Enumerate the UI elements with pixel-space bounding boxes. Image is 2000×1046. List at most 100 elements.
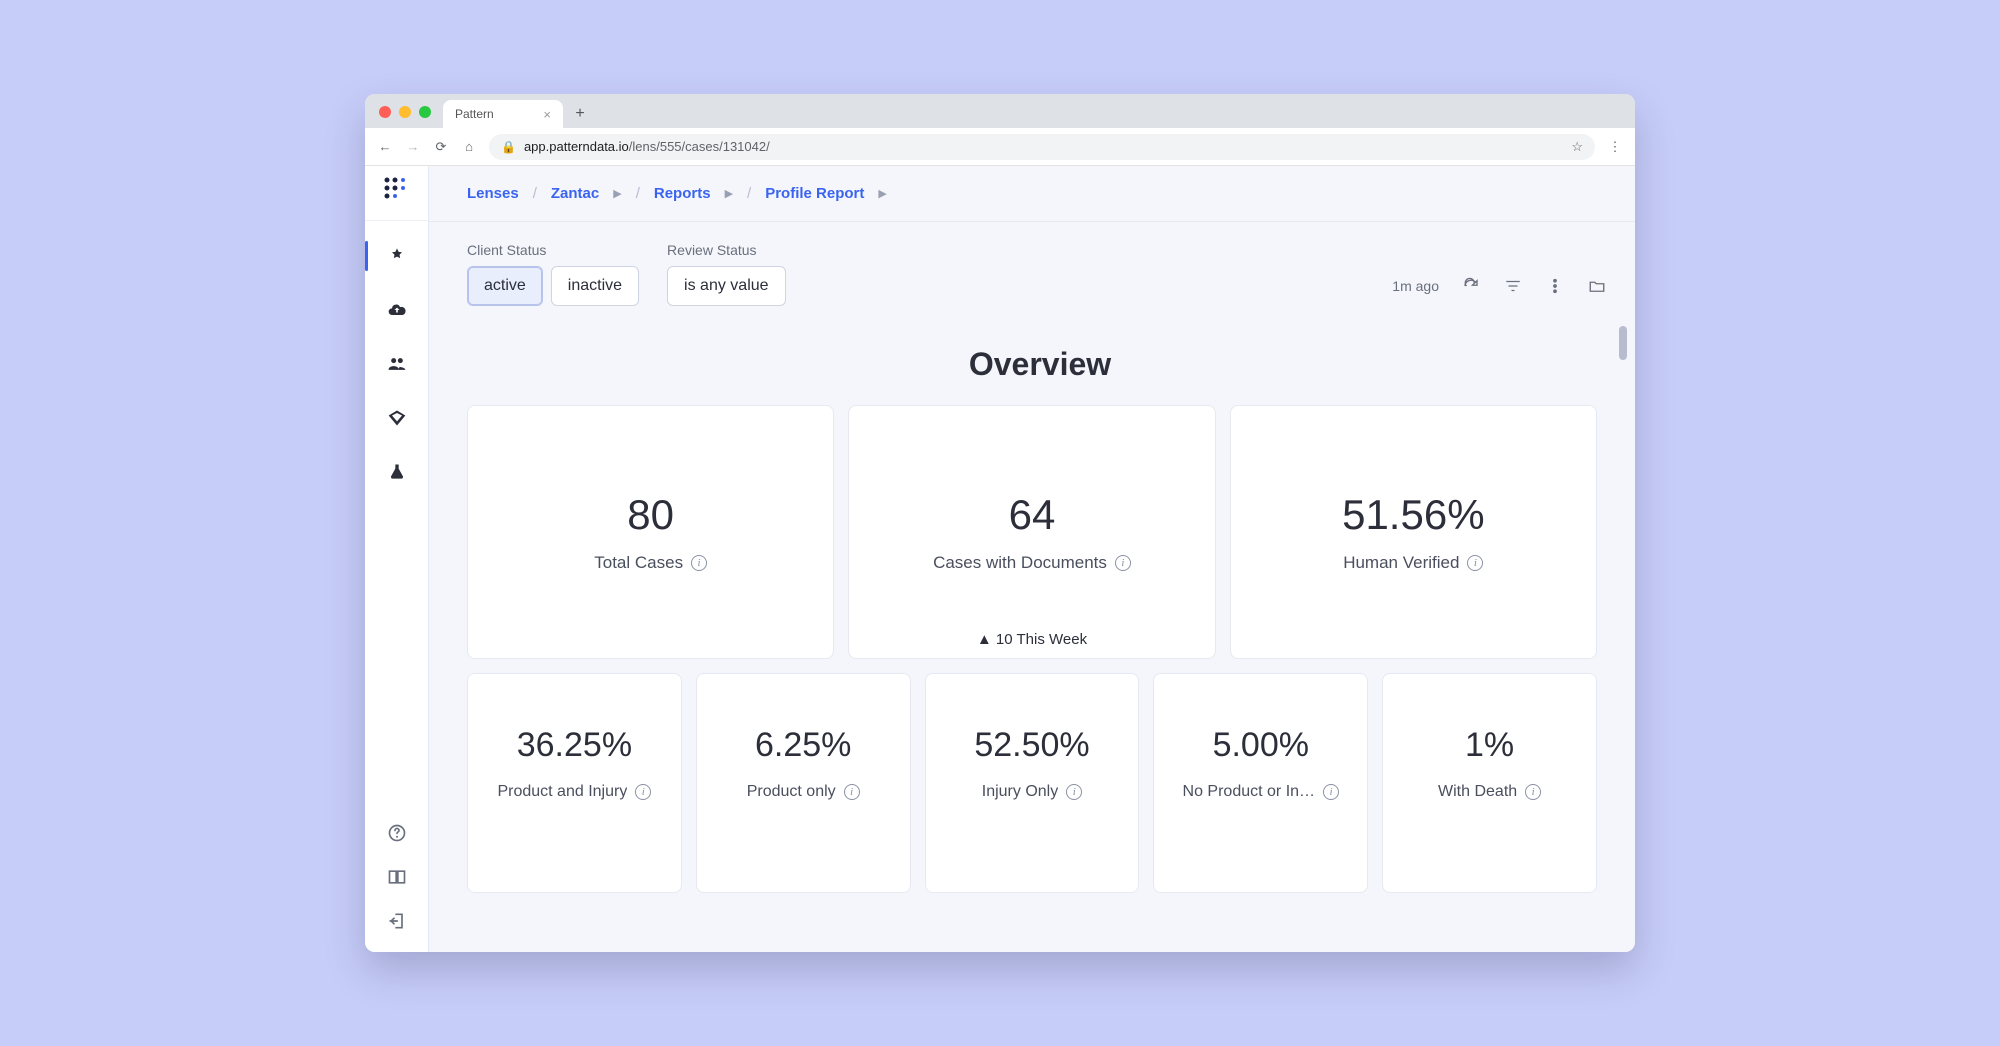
bookmark-star-icon[interactable]: ☆: [1571, 139, 1583, 155]
nav-help[interactable]: [365, 820, 428, 846]
main: Lenses / Zantac ▶ / Reports ▶ / Profile …: [429, 166, 1635, 952]
card-no-product-or-injury: 5.00% No Product or In…i: [1153, 673, 1368, 893]
card-value: 52.50%: [974, 726, 1089, 765]
content: Client Status active inactive Review Sta…: [429, 222, 1635, 952]
window-controls: [379, 106, 431, 118]
info-icon[interactable]: i: [635, 784, 651, 800]
review-status-select[interactable]: is any value: [667, 266, 786, 306]
close-window-button[interactable]: [379, 106, 391, 118]
info-icon[interactable]: i: [1323, 784, 1339, 800]
nav-logout[interactable]: [365, 908, 428, 934]
card-footer: ▲ 10 This Week: [849, 631, 1214, 648]
filter-row: Client Status active inactive Review Sta…: [467, 242, 1613, 306]
client-status-segmented: active inactive: [467, 266, 639, 306]
app: Lenses / Zantac ▶ / Reports ▶ / Profile …: [365, 166, 1635, 952]
lock-icon: 🔒: [501, 140, 516, 154]
card-label: No Product or In…i: [1183, 783, 1340, 801]
crumb-sep: /: [747, 185, 751, 202]
tab-title: Pattern: [455, 107, 494, 121]
crumb-reports[interactable]: Reports: [654, 185, 711, 202]
scrollbar-thumb[interactable]: [1619, 326, 1627, 360]
minimize-window-button[interactable]: [399, 106, 411, 118]
nav-people[interactable]: [365, 347, 428, 381]
card-value: 64: [1009, 491, 1056, 539]
crumb-sep: /: [533, 185, 537, 202]
info-icon[interactable]: i: [1525, 784, 1541, 800]
rail-items: [365, 231, 428, 489]
toolbar-right: 1m ago: [1392, 266, 1613, 306]
left-rail: [365, 166, 429, 952]
card-label: Total Cases i: [594, 553, 707, 573]
url-text: app.patterndata.io/lens/555/cases/131042…: [524, 139, 770, 154]
tab-strip: Pattern × +: [365, 94, 1635, 128]
close-tab-icon[interactable]: ×: [543, 107, 551, 122]
breadcrumb: Lenses / Zantac ▶ / Reports ▶ / Profile …: [429, 166, 1635, 222]
maximize-window-button[interactable]: [419, 106, 431, 118]
forward-button[interactable]: →: [405, 139, 421, 154]
card-label: With Deathi: [1438, 783, 1541, 801]
refresh-button[interactable]: [1461, 276, 1481, 296]
card-value: 5.00%: [1213, 726, 1309, 765]
card-label: Cases with Documents i: [933, 553, 1131, 573]
url-path: /lens/555/cases/131042/: [629, 139, 770, 154]
filter-review-status: Review Status is any value: [667, 242, 786, 306]
folder-icon[interactable]: [1587, 276, 1607, 296]
more-menu-button[interactable]: [1545, 276, 1565, 296]
info-icon[interactable]: i: [1467, 555, 1483, 571]
nav-lab[interactable]: [365, 455, 428, 489]
card-label: Human Verified i: [1343, 553, 1483, 573]
rail-divider: [365, 220, 428, 221]
card-product-only: 6.25% Product onlyi: [696, 673, 911, 893]
browser-window: Pattern × + ← → ⟳ ⌂ 🔒 app.patterndata.io…: [365, 94, 1635, 952]
last-updated: 1m ago: [1392, 278, 1439, 294]
crumb-profile-report[interactable]: Profile Report: [765, 185, 864, 202]
crumb-sep: /: [636, 185, 640, 202]
crumb-lenses[interactable]: Lenses: [467, 185, 519, 202]
card-human-verified: 51.56% Human Verified i: [1230, 405, 1597, 659]
new-tab-button[interactable]: +: [567, 101, 593, 127]
client-status-inactive[interactable]: inactive: [551, 266, 639, 306]
nav-lenses[interactable]: [365, 239, 428, 273]
card-label: Product and Injuryi: [497, 783, 651, 801]
filter-client-status: Client Status active inactive: [467, 242, 639, 306]
card-value: 80: [627, 491, 674, 539]
rail-bottom: [365, 806, 428, 952]
chevron-right-icon: ▶: [725, 187, 733, 200]
info-icon[interactable]: i: [844, 784, 860, 800]
filter-label: Review Status: [667, 242, 786, 258]
card-value: 36.25%: [517, 726, 632, 765]
card-with-death: 1% With Deathi: [1382, 673, 1597, 893]
omnibox[interactable]: 🔒 app.patterndata.io/lens/555/cases/1310…: [489, 134, 1595, 160]
app-logo[interactable]: [383, 176, 411, 204]
card-cases-with-documents: 64 Cases with Documents i ▲ 10 This Week: [848, 405, 1215, 659]
chevron-right-icon: ▶: [878, 187, 886, 200]
overview-cards: 80 Total Cases i 64 Cases with Documents…: [467, 405, 1613, 659]
page-title: Overview: [467, 346, 1613, 383]
card-value: 6.25%: [755, 726, 851, 765]
card-product-and-injury: 36.25% Product and Injuryi: [467, 673, 682, 893]
card-value: 1%: [1465, 726, 1514, 765]
card-injury-only: 52.50% Injury Onlyi: [925, 673, 1140, 893]
card-value: 51.56%: [1342, 491, 1484, 539]
filter-label: Client Status: [467, 242, 639, 258]
filter-icon[interactable]: [1503, 276, 1523, 296]
info-icon[interactable]: i: [1115, 555, 1131, 571]
card-total-cases: 80 Total Cases i: [467, 405, 834, 659]
info-icon[interactable]: i: [691, 555, 707, 571]
info-icon[interactable]: i: [1066, 784, 1082, 800]
browser-menu-button[interactable]: ⋮: [1607, 139, 1623, 155]
browser-tab[interactable]: Pattern ×: [443, 100, 563, 128]
card-label: Product onlyi: [747, 783, 860, 801]
address-bar: ← → ⟳ ⌂ 🔒 app.patterndata.io/lens/555/ca…: [365, 128, 1635, 166]
nav-upload[interactable]: [365, 293, 428, 327]
nav-diamond[interactable]: [365, 401, 428, 435]
chevron-right-icon: ▶: [613, 187, 621, 200]
crumb-zantac[interactable]: Zantac: [551, 185, 599, 202]
reload-button[interactable]: ⟳: [433, 139, 449, 155]
client-status-active[interactable]: active: [467, 266, 543, 306]
nav-docs[interactable]: [365, 864, 428, 890]
back-button[interactable]: ←: [377, 139, 393, 154]
home-button[interactable]: ⌂: [461, 139, 477, 154]
overview-cards-row2: 36.25% Product and Injuryi 6.25% Product…: [467, 673, 1613, 893]
url-host: app.patterndata.io: [524, 139, 629, 154]
